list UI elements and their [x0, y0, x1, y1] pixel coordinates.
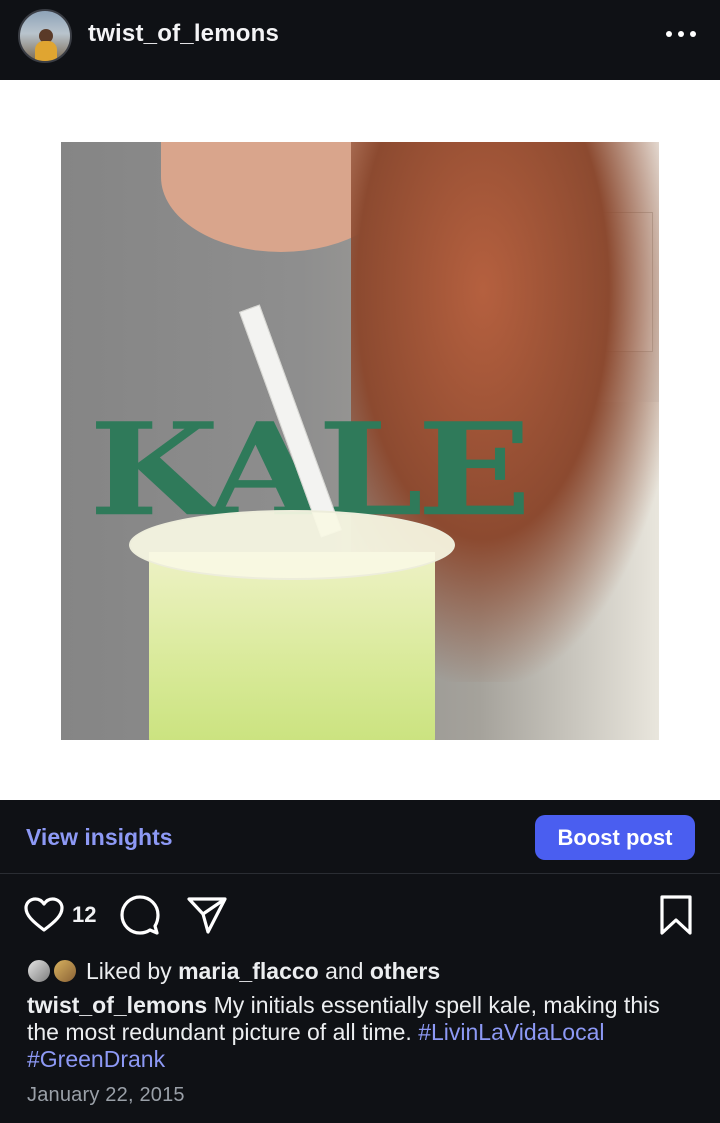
caption-username[interactable]: twist_of_lemons [27, 992, 207, 1018]
avatar[interactable] [18, 9, 72, 63]
avatar-figure-body [35, 41, 57, 61]
heart-icon[interactable] [24, 897, 64, 933]
liked-by-text[interactable]: Liked by maria_flacco and others [86, 958, 440, 985]
photo-cup [149, 552, 435, 740]
post-image-container: KALE [0, 80, 720, 800]
liked-by-others[interactable]: others [370, 958, 440, 984]
hashtag[interactable]: #GreenDrank [27, 1046, 165, 1072]
post-date: January 22, 2015 [27, 1084, 185, 1106]
post-photo[interactable]: KALE [61, 142, 659, 740]
share-icon[interactable] [186, 895, 228, 935]
post-username[interactable]: twist_of_lemons [88, 20, 279, 48]
bookmark-icon[interactable] [658, 895, 694, 935]
post-header: twist_of_lemons [0, 0, 720, 80]
liker-avatar [52, 958, 78, 984]
insights-bar: View insights Boost post [0, 800, 720, 874]
action-icons-row: 12 [0, 885, 720, 945]
post-caption: twist_of_lemons My initials essentially … [27, 992, 695, 1073]
liker-avatar [26, 958, 52, 984]
liked-by-middle: and [325, 958, 364, 984]
liked-by-row[interactable]: Liked by maria_flacco and others [26, 956, 706, 990]
more-horizontal-icon[interactable] [666, 24, 696, 44]
comment-icon[interactable] [120, 895, 160, 935]
photo-cup-lid [129, 510, 455, 580]
view-insights-link[interactable]: View insights [26, 824, 173, 851]
liked-by-user[interactable]: maria_flacco [178, 958, 319, 984]
boost-post-button[interactable]: Boost post [535, 815, 695, 860]
hashtag[interactable]: #LivinLaVidaLocal [418, 1019, 604, 1045]
like-count[interactable]: 12 [72, 902, 96, 928]
liked-by-prefix: Liked by [86, 958, 172, 984]
